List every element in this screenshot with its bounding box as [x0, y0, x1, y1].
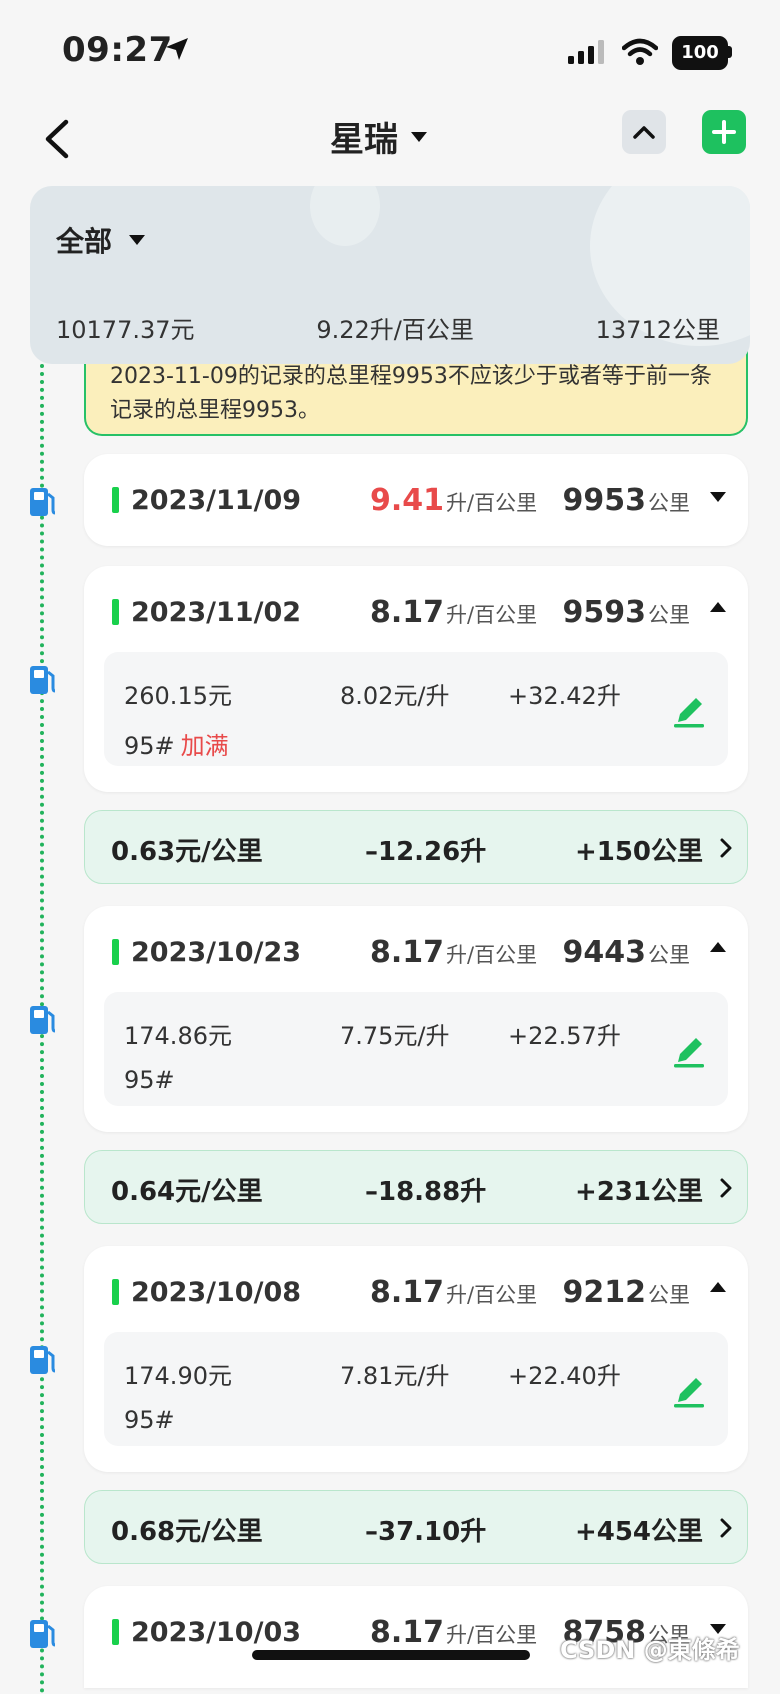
fuel-price: 8.02元/升 [340, 682, 450, 710]
collapse-all-button[interactable] [622, 110, 666, 154]
cost-per-km: 0.68元/公里 [111, 1517, 263, 1547]
page-title: 星瑞 [330, 120, 398, 160]
fuel-grade: 95# [124, 1406, 175, 1434]
edit-pencil-icon[interactable] [672, 1030, 706, 1068]
fuel-pump-icon [30, 1006, 56, 1034]
collapse-caret-icon[interactable] [710, 1282, 726, 1292]
record-consumption: 8.17升/百公里 [370, 594, 538, 630]
record-consumption: 9.41升/百公里 [370, 482, 538, 518]
chevron-right-icon [720, 1178, 732, 1198]
edit-pencil-icon[interactable] [672, 1370, 706, 1408]
caret-down-icon [129, 235, 146, 245]
record-consumption: 8.17升/百公里 [370, 1274, 538, 1310]
record-detail: 174.90元 7.81元/升 +22.40升 95# [104, 1332, 728, 1446]
volume-delta: –12.26升 [365, 837, 487, 867]
cost-per-km: 0.63元/公里 [111, 837, 263, 867]
fuel-cost: 174.90元 [124, 1362, 232, 1390]
record-card[interactable]: 2023/10/08 8.17升/百公里 9212公里 174.90元 7.81… [84, 1246, 748, 1472]
record-card[interactable]: 2023/11/09 9.41升/百公里 9953公里 [84, 454, 748, 546]
record-date: 2023/10/23 [131, 936, 302, 968]
record-odometer: 9443公里 [562, 934, 691, 970]
fuel-grade: 95# 加满 [124, 732, 229, 760]
total-cost: 10177.37元 [56, 316, 195, 344]
volume-delta: –18.88升 [365, 1177, 487, 1207]
collapse-caret-icon[interactable] [710, 602, 726, 612]
chevron-up-icon [633, 126, 655, 139]
fuel-pump-icon [30, 1346, 56, 1374]
record-card[interactable]: 2023/11/02 8.17升/百公里 9593公里 260.15元 8.02… [84, 566, 748, 792]
summary-card: 全部 10177.37元 9.22升/百公里 13712公里 [30, 186, 750, 364]
watermark: CSDN @東條希 [560, 1636, 740, 1664]
wifi-icon [622, 38, 658, 65]
record-consumption: 8.17升/百公里 [370, 934, 538, 970]
total-distance: 13712公里 [595, 316, 720, 344]
record-odometer: 9212公里 [562, 1274, 691, 1310]
distance-delta: +454公里 [574, 1517, 703, 1547]
fuel-volume: +32.42升 [508, 682, 621, 710]
record-header[interactable]: 2023/10/08 8.17升/百公里 9212公里 [112, 1246, 726, 1338]
home-indicator[interactable] [252, 1650, 530, 1660]
record-detail: 174.86元 7.75元/升 +22.57升 95# [104, 992, 728, 1106]
caret-down-icon [411, 131, 427, 142]
vehicle-selector[interactable]: 星瑞 [330, 112, 428, 161]
collapse-caret-icon[interactable] [710, 942, 726, 952]
filter-dropdown[interactable]: 全部 [56, 220, 146, 260]
battery-icon: 100 [672, 36, 728, 70]
plus-icon [712, 120, 736, 144]
edit-pencil-icon[interactable] [672, 690, 706, 728]
interval-row[interactable]: 0.68元/公里 –37.10升 +454公里 [84, 1490, 748, 1564]
record-card[interactable]: 2023/10/23 8.17升/百公里 9443公里 174.86元 7.75… [84, 906, 748, 1132]
date-marker [112, 1619, 119, 1645]
status-time: 09:27 [62, 30, 173, 70]
record-date: 2023/11/09 [131, 484, 302, 516]
chevron-right-icon [720, 838, 732, 858]
fuel-price: 7.75元/升 [340, 1022, 450, 1050]
expand-caret-icon[interactable] [710, 492, 726, 502]
date-marker [112, 599, 119, 625]
record-odometer: 9953公里 [562, 482, 691, 518]
volume-delta: –37.10升 [365, 1517, 487, 1547]
record-date: 2023/10/03 [131, 1616, 302, 1648]
record-odometer: 9593公里 [562, 594, 691, 630]
fuel-cost: 174.86元 [124, 1022, 232, 1050]
cellular-signal-icon [568, 40, 604, 64]
fuel-pump-icon [30, 1620, 56, 1648]
record-header[interactable]: 2023/11/09 9.41升/百公里 9953公里 [112, 454, 726, 546]
fuel-cost: 260.15元 [124, 682, 232, 710]
record-date: 2023/11/02 [131, 596, 302, 628]
decorative-bubble [310, 186, 380, 246]
date-marker [112, 939, 119, 965]
date-marker [112, 1279, 119, 1305]
battery-tip [728, 46, 732, 58]
chevron-right-icon [720, 1518, 732, 1538]
status-bar: 09:27 100 [0, 0, 780, 100]
distance-delta: +231公里 [574, 1177, 703, 1207]
record-consumption: 8.17升/百公里 [370, 1614, 538, 1650]
summary-stats: 10177.37元 9.22升/百公里 13712公里 [56, 310, 720, 345]
fuel-pump-icon [30, 488, 56, 516]
fuel-pump-icon [30, 666, 56, 694]
record-date: 2023/10/08 [131, 1276, 302, 1308]
back-chevron-icon[interactable] [38, 116, 78, 162]
record-header[interactable]: 2023/11/02 8.17升/百公里 9593公里 [112, 566, 726, 658]
fuel-volume: +22.57升 [508, 1022, 621, 1050]
cost-per-km: 0.64元/公里 [111, 1177, 263, 1207]
filter-label: 全部 [56, 225, 113, 258]
nav-bar: 星瑞 [0, 100, 780, 180]
date-marker [112, 487, 119, 513]
avg-consumption: 9.22升/百公里 [316, 316, 474, 344]
fuel-grade: 95# [124, 1066, 175, 1094]
full-tank-tag: 加满 [180, 732, 229, 760]
add-record-button[interactable] [702, 110, 746, 154]
record-detail: 260.15元 8.02元/升 +32.42升 95# 加满 [104, 652, 728, 766]
fuel-volume: +22.40升 [508, 1362, 621, 1390]
record-header[interactable]: 2023/10/23 8.17升/百公里 9443公里 [112, 906, 726, 998]
interval-row[interactable]: 0.63元/公里 –12.26升 +150公里 [84, 810, 748, 884]
location-arrow-icon [166, 38, 188, 60]
distance-delta: +150公里 [574, 837, 703, 867]
interval-row[interactable]: 0.64元/公里 –18.88升 +231公里 [84, 1150, 748, 1224]
fuel-price: 7.81元/升 [340, 1362, 450, 1390]
